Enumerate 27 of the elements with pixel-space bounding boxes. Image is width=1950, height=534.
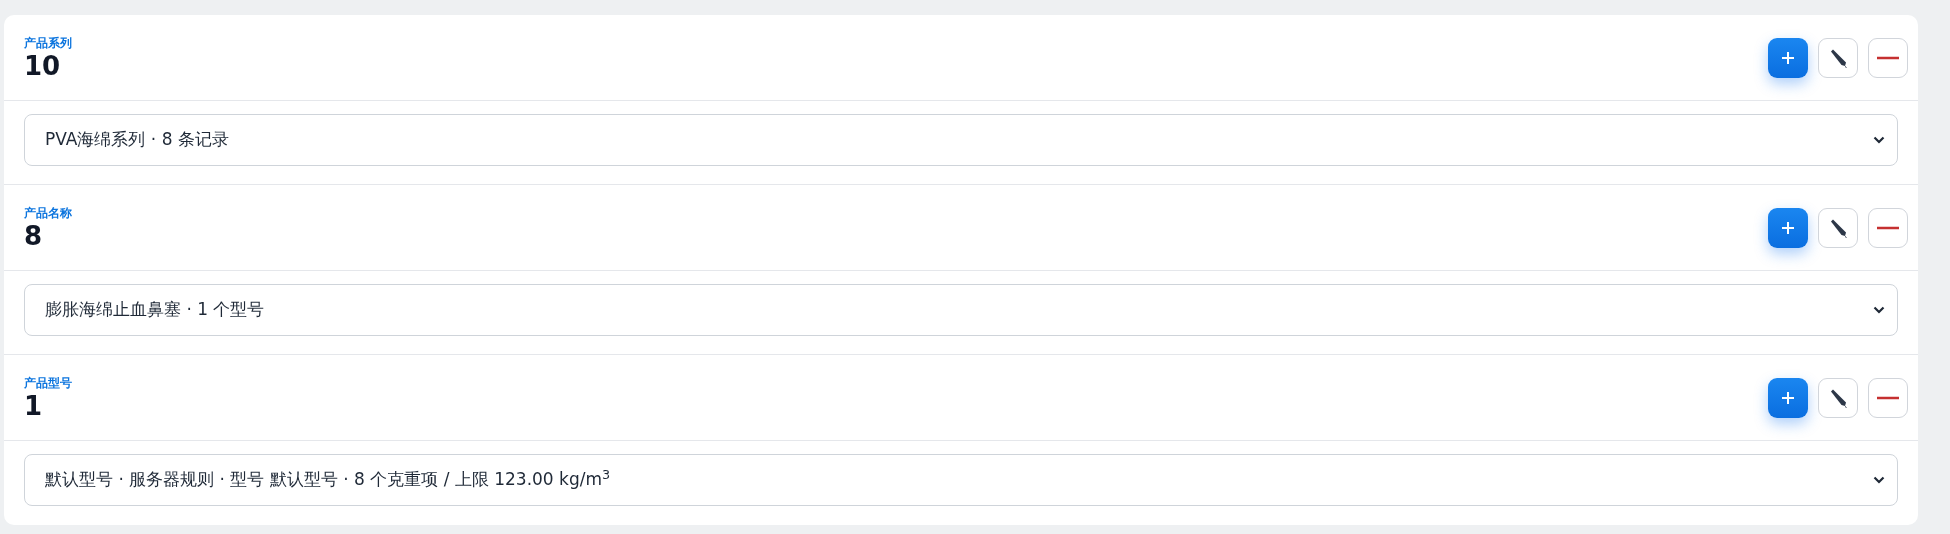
select-field[interactable]: 默认型号 · 服务器规则 · 型号 默认型号 · 8 个克重项 / 上限 123.00 kg/m$^{3}$ (24, 454, 1898, 506)
chevron-down-icon (1873, 476, 1885, 484)
chevron-down-icon (1873, 136, 1885, 144)
add-button[interactable] (1768, 37, 1808, 78)
plus-icon (1781, 220, 1795, 235)
count-value: 10 (24, 50, 62, 81)
plus-icon (1781, 390, 1795, 405)
add-button[interactable] (1768, 377, 1808, 418)
select-field[interactable]: PVA海绵系列 · 8 条记录 (24, 114, 1898, 166)
edit-button[interactable] (1818, 377, 1858, 418)
add-button[interactable] (1768, 207, 1808, 248)
section-label: 产品型号 (24, 374, 72, 391)
count-value: 8 (24, 220, 44, 251)
edit-button[interactable] (1818, 37, 1858, 78)
count-value: 1 (24, 390, 44, 421)
remove-button[interactable] (1868, 37, 1908, 78)
remove-button[interactable] (1868, 377, 1908, 418)
plus-icon (1781, 50, 1795, 65)
remove-button[interactable] (1868, 207, 1908, 248)
minus-icon (1877, 55, 1899, 60)
section-label: 产品名称 (24, 204, 72, 221)
edit-button[interactable] (1818, 207, 1858, 248)
minus-icon (1877, 395, 1899, 400)
chevron-down-icon (1873, 306, 1885, 314)
section-label: 产品系列 (24, 34, 72, 51)
select-field[interactable]: 膨胀海绵止血鼻塞 · 1 个型号 (24, 284, 1898, 336)
minus-icon (1877, 225, 1899, 230)
